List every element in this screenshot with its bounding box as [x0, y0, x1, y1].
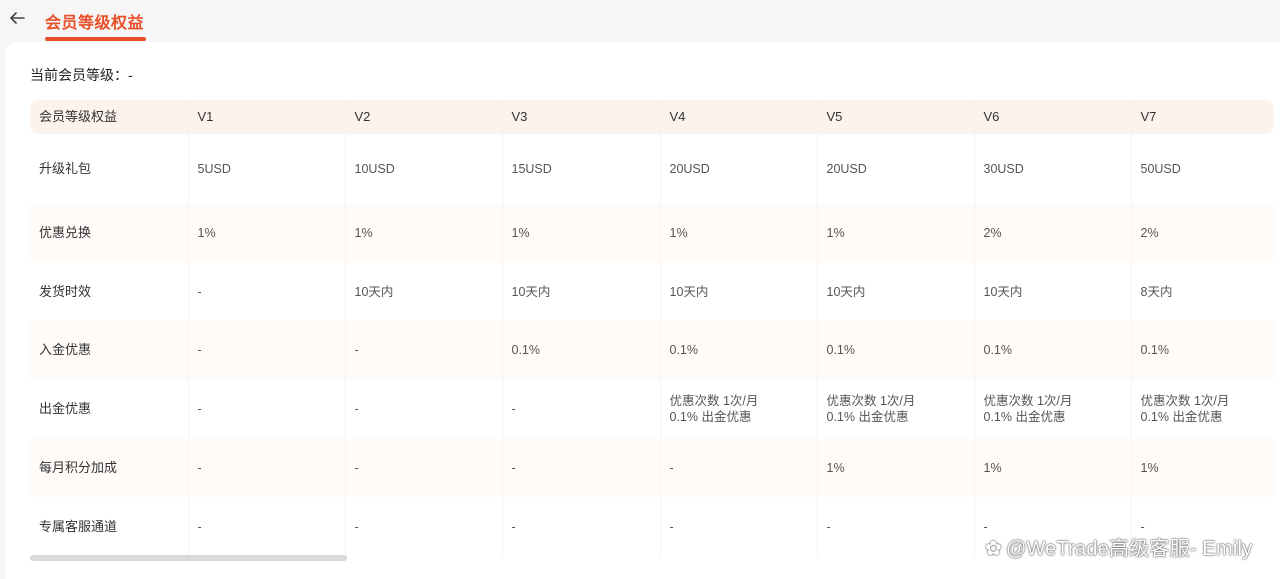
cell-line: 优惠次数 1次/月 — [1140, 393, 1230, 408]
table-cell: 10天内 — [502, 262, 661, 321]
table-cell: 1% — [1140, 460, 1159, 475]
row-label: 发货时效 — [30, 262, 189, 321]
column-header: 会员等级权益 — [30, 100, 189, 134]
column-header: V6 — [974, 100, 1132, 134]
benefits-table: 会员等级权益 V1 V2 V3 V4 V5 V6 V7 升级礼包 5USD 10… — [30, 100, 1274, 556]
table-cell: 0.1% — [974, 321, 1132, 379]
table-cell: 1% — [188, 203, 346, 262]
table-cell: 15USD — [502, 134, 661, 203]
row-label: 出金优惠 — [30, 379, 189, 438]
table-cell: 10天内 — [817, 262, 975, 321]
column-header: V7 — [1131, 100, 1274, 134]
table-cell: 1% — [974, 438, 1132, 497]
table-cell: 20USD — [660, 134, 818, 203]
table-cell: 1% — [345, 203, 503, 262]
column-header: V4 — [660, 100, 818, 134]
table-cell: - — [188, 262, 346, 321]
row-label: 升级礼包 — [30, 134, 189, 203]
table-cell: 0.1% — [817, 321, 975, 379]
table-cell: - — [188, 321, 346, 379]
table-cell: - — [345, 497, 503, 556]
table-cell: 8天内 — [1140, 284, 1173, 299]
table-cell: 20USD — [817, 134, 975, 203]
table-cell: 1% — [817, 438, 975, 497]
table-cell: 优惠次数 1次/月 0.1% 出金优惠 — [974, 379, 1132, 438]
table-cell: 优惠次数 1次/月 0.1% 出金优惠 — [660, 379, 818, 438]
cell-line: 0.1% 出金优惠 — [1140, 409, 1223, 424]
table-cell: 1% — [502, 203, 661, 262]
table-cell: - — [188, 438, 346, 497]
table-cell: 优惠次数 1次/月 0.1% 出金优惠 — [817, 379, 975, 438]
table-cell: - — [345, 321, 503, 379]
table-cell: - — [660, 497, 818, 556]
table-cell: - — [817, 497, 975, 556]
column-header: V5 — [817, 100, 975, 134]
table-cell: - — [502, 438, 661, 497]
table-cell: - — [345, 379, 503, 438]
table-row: 每月积分加成 - - - - 1% 1% 1% — [30, 438, 1274, 497]
table-cell: - — [502, 497, 661, 556]
cell-line: 优惠次数 1次/月 — [826, 393, 916, 408]
cell-line: 0.1% 出金优惠 — [983, 409, 1066, 424]
table-cell: 0.1% — [660, 321, 818, 379]
cell-line: 0.1% 出金优惠 — [669, 409, 752, 424]
table-cell: 10USD — [345, 134, 503, 203]
column-header: V1 — [188, 100, 346, 134]
current-level-text: 当前会员等级：- — [30, 67, 133, 83]
table-cell: - — [345, 438, 503, 497]
table-cell: 1% — [817, 203, 975, 262]
row-label: 入金优惠 — [30, 321, 189, 379]
row-label: 每月积分加成 — [30, 438, 189, 497]
watermark-text: @WeTrade高级客服- Emily — [1005, 538, 1253, 560]
table-cell: 2% — [974, 203, 1132, 262]
table-cell: 50USD — [1140, 161, 1181, 176]
table-row: 出金优惠 - - - 优惠次数 1次/月 0.1% 出金优惠 优惠次数 1次/月 0… — [30, 379, 1274, 438]
back-arrow-icon[interactable] — [8, 9, 26, 27]
table-cell: 10天内 — [974, 262, 1132, 321]
cell-line: 优惠次数 1次/月 — [669, 393, 759, 408]
column-header: V3 — [502, 100, 661, 134]
table-cell: 10天内 — [660, 262, 818, 321]
table-cell: 10天内 — [345, 262, 503, 321]
table-row: 入金优惠 - - 0.1% 0.1% 0.1% 0.1% 0.1% — [30, 321, 1274, 379]
watermark-logo-icon: ✿ — [985, 538, 1002, 560]
horizontal-scrollbar[interactable] — [30, 555, 347, 561]
page-title-tab[interactable]: 会员等级权益 — [45, 9, 144, 33]
cell-line: 0.1% 出金优惠 — [826, 409, 909, 424]
table-row: 升级礼包 5USD 10USD 15USD 20USD 20USD 30USD … — [30, 134, 1274, 203]
top-bar: 会员等级权益 — [0, 0, 1280, 42]
table-cell: - — [502, 379, 661, 438]
watermark: ✿ @WeTrade高级客服- Emily — [985, 532, 1252, 561]
table-cell: 0.1% — [502, 321, 661, 379]
row-label: 专属客服通道 — [30, 497, 189, 556]
table-cell: 1% — [660, 203, 818, 262]
table-cell: - — [188, 497, 346, 556]
table-cell: 0.1% — [1140, 343, 1170, 357]
cell-line: 优惠次数 1次/月 — [983, 393, 1073, 408]
row-label: 优惠兑换 — [30, 203, 189, 262]
active-tab-indicator — [45, 37, 146, 41]
table-row: 优惠兑换 1% 1% 1% 1% 1% 2% 2% — [30, 203, 1274, 262]
table-cell: 30USD — [974, 134, 1132, 203]
table-cell: - — [660, 438, 818, 497]
table-cell: 2% — [1140, 225, 1159, 240]
table-header-row: 会员等级权益 V1 V2 V3 V4 V5 V6 V7 — [30, 100, 1274, 134]
table-cell: 优惠次数 1次/月 0.1% 出金优惠 — [1131, 379, 1274, 438]
column-header: V2 — [345, 100, 503, 134]
table-row: 发货时效 - 10天内 10天内 10天内 10天内 10天内 8天内 — [30, 262, 1274, 321]
table-cell: - — [188, 379, 346, 438]
table-cell: 5USD — [188, 134, 346, 203]
